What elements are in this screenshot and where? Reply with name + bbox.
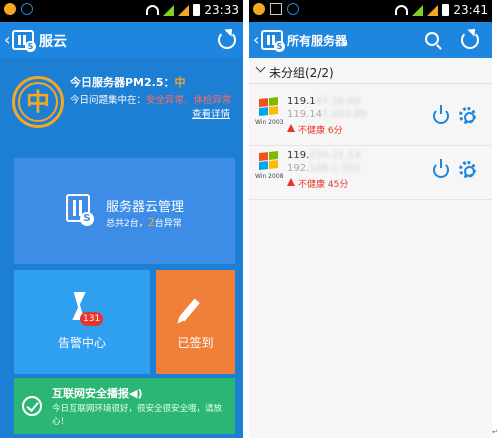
security-broadcast-tile[interactable]: 互联网安全播报◀) 今日互联网环境很好，很安全很安全哦，请放心！: [14, 378, 235, 434]
pen-icon: [179, 298, 200, 322]
server-health-status: 不健康 45分: [298, 180, 349, 190]
circle-notification-icon: [287, 3, 299, 15]
pm-level-ring: 中: [12, 76, 64, 128]
alert-center-tile[interactable]: 131 告警中心: [14, 270, 150, 374]
server-ip-public-masked: 47.38.89: [315, 96, 361, 107]
sign-in-tile[interactable]: 已签到: [156, 270, 235, 374]
warning-icon: [287, 124, 295, 132]
server-row[interactable]: Win 2003 119.147.38.89 119.147.103.89 不健…: [249, 92, 492, 146]
server-ip-public-masked: 154.21.13: [309, 150, 361, 161]
chevron-down-icon: [255, 62, 266, 73]
status-time: 23:41: [453, 3, 488, 17]
server-health-status: 不健康 6分: [298, 126, 343, 136]
server-ip-public: 119.154.21.13: [287, 150, 360, 161]
warning-icon: [287, 178, 295, 186]
pm-issues-label: 今日问题集中在：: [70, 95, 147, 106]
signal-icon: [163, 4, 175, 16]
server-cloud-summary: 总共2台，2台异常: [106, 216, 182, 229]
signal-secondary-icon: [427, 4, 439, 16]
server-cloud-total: 总共2台，: [106, 219, 148, 229]
windows-icon: [259, 151, 279, 171]
server-cloud-icon: S: [66, 194, 94, 226]
dashboard-screen: 23:33 ‹ S 服云 中 今日服务器PM2.5：中 今日问题集中在：安全异常…: [0, 0, 243, 438]
server-cloud-abnormal-count: 2: [147, 216, 155, 229]
check-circle-icon: [22, 396, 42, 416]
signal-icon: [412, 4, 424, 16]
app-notification-icon: [4, 3, 16, 15]
server-row[interactable]: Win 2008 119.154.21.13 192.168.1.203 不健康…: [249, 146, 492, 200]
app-bar: ‹ S 所有服务器: [249, 22, 492, 58]
wifi-icon: [395, 5, 409, 15]
app-bar: ‹ S 服云: [0, 22, 243, 58]
windows-icon: [259, 97, 279, 117]
back-chevron-icon[interactable]: ‹: [253, 30, 259, 49]
server-filter-dropdown[interactable]: 所有服务器: [287, 32, 347, 49]
refresh-icon[interactable]: [461, 31, 479, 49]
server-ip-public-visible: 119.1: [287, 96, 316, 107]
status-bar: 23:33: [0, 0, 243, 22]
alert-center-label: 告警中心: [57, 336, 106, 350]
pm-level-glyph: 中: [18, 82, 58, 122]
group-label: 未分组(2/2): [269, 66, 334, 80]
gear-icon[interactable]: [459, 161, 476, 178]
os-label: Win 2003: [255, 119, 284, 126]
group-header[interactable]: 未分组(2/2): [249, 60, 492, 84]
image-notification-icon: [270, 3, 282, 15]
server-ip-private: 119.147.103.89: [287, 109, 367, 120]
app-title: 服云: [39, 34, 67, 50]
circle-notification-icon: [21, 3, 33, 15]
server-ip-private-masked: 168.1.203: [309, 163, 361, 174]
server-ip-public-visible: 119.: [287, 150, 310, 161]
os-label: Win 2008: [255, 173, 284, 180]
server-ip-private: 192.168.1.203: [287, 163, 360, 174]
server-cloud-abnormal-label: 台异常: [154, 219, 182, 229]
pm-summary-label: 今日服务器PM2.5：: [70, 76, 175, 89]
power-icon[interactable]: [433, 159, 449, 178]
security-broadcast-text: 今日互联网环境很好，很安全很安全哦，请放心！: [52, 404, 223, 427]
status-bar: 23:41: [249, 0, 492, 22]
alert-count-badge: 131: [80, 312, 104, 326]
server-list-screen: 23:41 ‹ S 所有服务器 未分组(2/2) Win 2003 119.14…: [249, 0, 492, 438]
pm-issues: 今日问题集中在：安全异常、体检异常: [70, 92, 232, 106]
refresh-icon[interactable]: [218, 31, 236, 49]
server-ip-public: 119.147.38.89: [287, 96, 360, 107]
power-icon[interactable]: [433, 105, 449, 124]
pm-summary-level: 中: [174, 76, 186, 89]
server-ip-private-visible: 192.: [287, 163, 310, 174]
battery-icon: [442, 4, 450, 16]
app-logo-icon[interactable]: S: [12, 30, 36, 52]
security-broadcast-title: 互联网安全播报◀): [52, 387, 143, 400]
gear-icon[interactable]: [459, 107, 476, 124]
back-chevron-icon[interactable]: ‹: [4, 30, 10, 49]
search-icon[interactable]: [425, 32, 439, 46]
pm-issues-list: 安全异常、体检异常: [146, 95, 232, 106]
sign-in-label: 已签到: [177, 336, 214, 350]
server-ip-private-masked: 7.103.89: [322, 109, 367, 120]
app-notification-icon: [253, 3, 265, 15]
server-cloud-title: 服务器云管理: [106, 200, 185, 215]
server-cloud-tile[interactable]: S 服务器云管理 总共2台，2台异常: [14, 158, 235, 264]
pm-summary: 今日服务器PM2.5：中: [70, 74, 186, 90]
view-details-link[interactable]: 查看详情: [192, 106, 230, 120]
signal-secondary-icon: [178, 4, 190, 16]
paragraph-mark-icon: ↵: [492, 428, 498, 436]
wifi-icon: [146, 5, 160, 15]
server-ip-private-visible: 119.14: [287, 109, 322, 120]
battery-icon: [193, 4, 201, 16]
status-time: 23:33: [204, 3, 239, 17]
app-logo-icon[interactable]: S: [261, 30, 285, 52]
